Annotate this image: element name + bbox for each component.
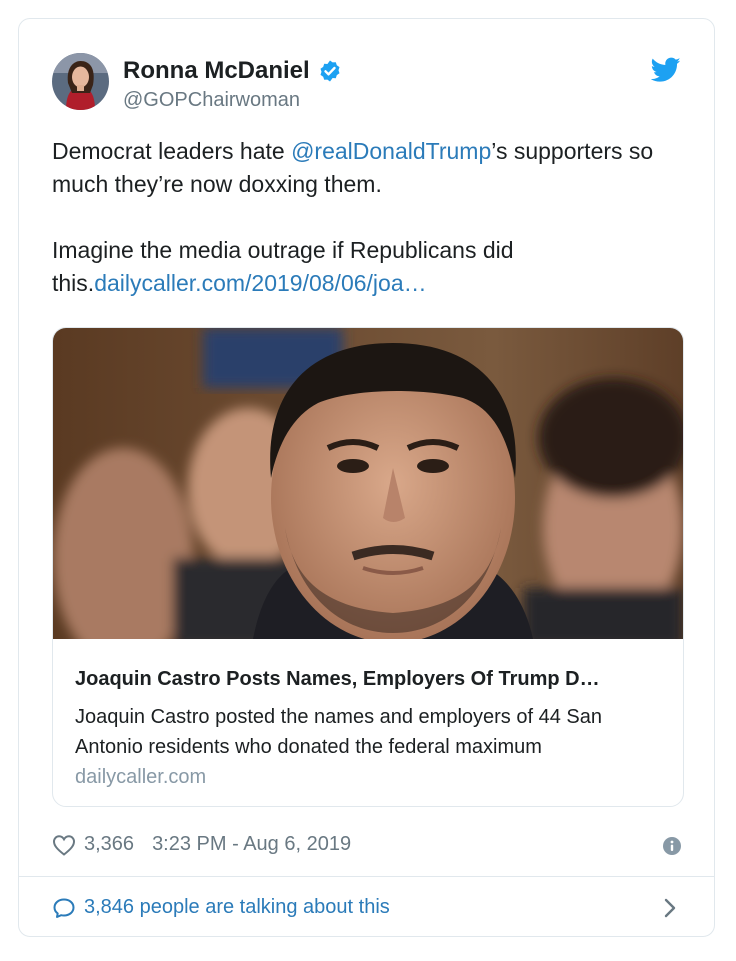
card-description: Joaquin Castro posted the names and empl… — [75, 706, 602, 758]
tweet-text: Democrat leaders hate @realDonaldTrump’s… — [52, 135, 692, 300]
article-link[interactable]: dailycaller.com/2019/08/06/joa… — [94, 270, 426, 296]
tweet-paragraph-1: Democrat leaders hate @realDonaldTrump’s… — [52, 135, 692, 201]
card-domain: dailycaller.com — [75, 766, 207, 788]
info-icon[interactable] — [663, 837, 681, 855]
link-preview-card[interactable]: Joaquin Castro Posts Names, Employers Of… — [52, 327, 684, 807]
card-title[interactable]: Joaquin Castro Posts Names, Employers Of… — [75, 668, 665, 691]
tweet-text-part: Democrat leaders hate — [52, 138, 292, 164]
verified-badge-icon — [320, 60, 340, 82]
timestamp[interactable]: 3:23 PM - Aug 6, 2019 — [152, 833, 351, 856]
chevron-right-icon[interactable] — [663, 897, 677, 919]
tweet-embed-card: Ronna McDaniel @GOPChairwoman Democrat l… — [18, 18, 715, 937]
author-name-text: Ronna McDaniel — [123, 57, 310, 84]
divider — [19, 876, 714, 877]
avatar-image — [52, 53, 109, 110]
conversation-link[interactable]: 3,846 people are talking about this — [52, 896, 390, 919]
heart-icon[interactable] — [52, 834, 76, 856]
mention-link[interactable]: @realDonaldTrump — [291, 138, 491, 164]
author-name[interactable]: Ronna McDaniel — [123, 57, 342, 85]
tweet-paragraph-2: Imagine the media outrage if Republicans… — [52, 234, 692, 300]
speech-bubble-icon — [53, 898, 75, 918]
conversation-count: 3,846 people are talking about this — [84, 896, 390, 918]
avatar[interactable] — [52, 53, 109, 110]
author-handle[interactable]: @GOPChairwoman — [123, 89, 300, 112]
article-image — [53, 328, 683, 639]
like-count[interactable]: 3,366 — [84, 833, 134, 856]
twitter-bird-icon[interactable] — [651, 57, 681, 83]
tweet-actions: 3,366 3:23 PM - Aug 6, 2019 — [52, 833, 351, 856]
